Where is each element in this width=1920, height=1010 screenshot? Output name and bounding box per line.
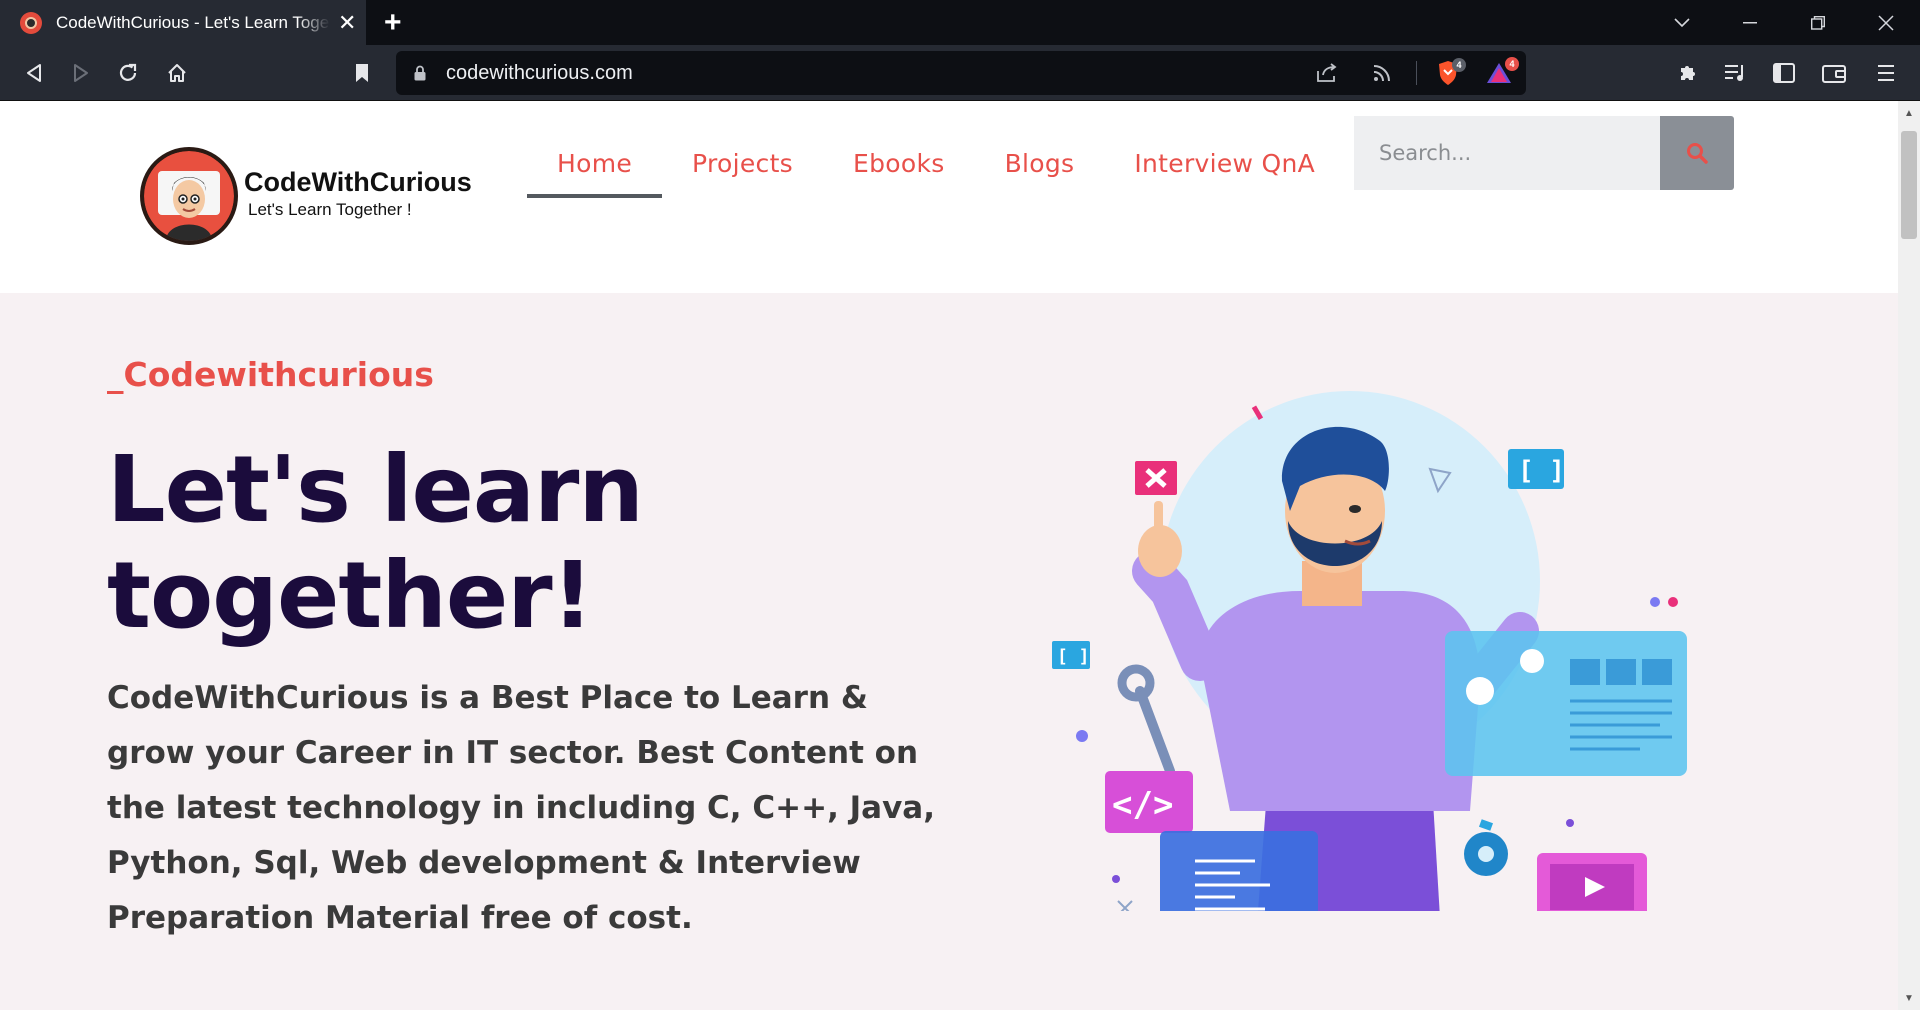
browser-tab[interactable]: CodeWithCurious - Let's Learn Together !…: [0, 0, 366, 45]
nav-item-blogs[interactable]: Blogs: [975, 149, 1105, 198]
search-input[interactable]: [1354, 116, 1660, 190]
hero-description: CodeWithCurious is a Best Place to Learn…: [107, 680, 935, 936]
site-logo-name[interactable]: CodeWithCurious: [244, 167, 472, 198]
svg-text:[ ]: [ ]: [1518, 456, 1565, 486]
wallet-icon[interactable]: [1812, 45, 1856, 101]
site-header: CodeWithCurious Let's Learn Together ! H…: [0, 101, 1898, 293]
nav-item-home[interactable]: Home: [527, 149, 663, 198]
browser-toolbar: codewithcurious.com 4 4: [0, 45, 1920, 101]
sidebar-icon[interactable]: [1762, 45, 1806, 101]
new-tab-button[interactable]: +: [384, 6, 402, 40]
scroll-up-arrow-icon[interactable]: ▲: [1898, 103, 1920, 123]
back-icon[interactable]: [12, 45, 56, 101]
nav-item-projects[interactable]: Projects: [662, 149, 823, 198]
url-text[interactable]: codewithcurious.com: [446, 62, 633, 85]
tab-strip: CodeWithCurious - Let's Learn Together !…: [0, 0, 1920, 45]
site-logo-tagline: Let's Learn Together !: [248, 200, 412, 219]
svg-text:[ ]: [ ]: [1057, 646, 1090, 667]
rewards-count-badge: 4: [1505, 57, 1519, 71]
rss-icon[interactable]: [1362, 51, 1402, 95]
tab-title: CodeWithCurious - Let's Learn Together !: [56, 12, 330, 32]
minimize-button[interactable]: [1716, 0, 1784, 45]
search-icon: [1687, 143, 1708, 164]
extensions-icon[interactable]: [1666, 45, 1710, 101]
scroll-down-arrow-icon[interactable]: ▼: [1898, 988, 1920, 1008]
developer-illustration-icon: [ ] [ ] </>: [1052, 391, 1687, 911]
page-viewport: CodeWithCurious Let's Learn Together ! H…: [0, 101, 1898, 1010]
brave-shields-icon[interactable]: 4: [1428, 51, 1468, 95]
main-nav: Home Projects Ebooks Blogs Interview QnA: [527, 149, 1345, 198]
reload-icon[interactable]: [106, 45, 150, 101]
hero-title-line-2: together!: [107, 542, 594, 649]
address-bar[interactable]: codewithcurious.com 4 4: [396, 51, 1526, 95]
forward-icon[interactable]: [59, 45, 103, 101]
url-divider: [1416, 61, 1417, 85]
logo-avatar-icon[interactable]: [140, 147, 238, 245]
home-icon[interactable]: [155, 45, 199, 101]
window-controls: [1648, 0, 1920, 45]
hero-title-line-1: Let's learn: [107, 436, 644, 543]
share-icon[interactable]: [1308, 51, 1348, 95]
bookmark-icon[interactable]: [340, 45, 384, 101]
close-tab-icon[interactable]: ✕: [338, 10, 356, 36]
page-scrollbar[interactable]: ▲ ▼: [1898, 101, 1920, 1010]
svg-text:</>: </>: [1112, 785, 1173, 825]
site-search: [1354, 116, 1734, 190]
hero-title: Let's learn together!: [107, 436, 644, 649]
scroll-thumb[interactable]: [1901, 131, 1917, 239]
lock-icon[interactable]: [414, 65, 426, 86]
search-button[interactable]: [1660, 116, 1734, 190]
hero-subtitle: _Codewithcurious: [107, 355, 434, 394]
playlist-icon[interactable]: [1714, 45, 1758, 101]
menu-icon[interactable]: [1864, 45, 1908, 101]
nav-item-interview-qna[interactable]: Interview QnA: [1104, 149, 1345, 198]
nav-item-ebooks[interactable]: Ebooks: [823, 149, 975, 198]
tab-search-chevron-icon[interactable]: [1648, 0, 1716, 45]
site-favicon-icon: [20, 11, 42, 34]
close-window-button[interactable]: [1852, 0, 1920, 45]
brave-rewards-icon[interactable]: 4: [1479, 51, 1519, 95]
restore-button[interactable]: [1784, 0, 1852, 45]
shields-count-badge: 4: [1452, 58, 1466, 72]
